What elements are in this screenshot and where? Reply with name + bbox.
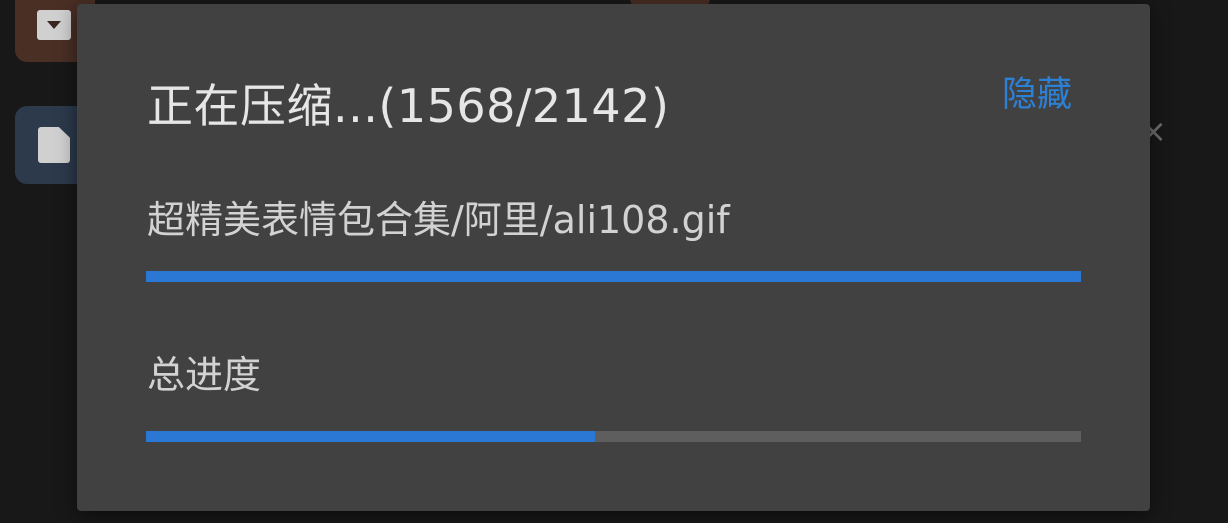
dialog-title: 正在压缩...(1568/2142) (147, 79, 670, 133)
overall-progress-label: 总进度 (147, 353, 262, 397)
hide-button[interactable]: 隐藏 (1002, 66, 1072, 117)
download-icon (37, 10, 71, 40)
overall-progress-fill (146, 431, 595, 442)
compress-progress-dialog: 正在压缩...(1568/2142) 隐藏 超精美表情包合集/阿里/ali108… (77, 4, 1150, 511)
file-progress-bar (146, 271, 1081, 282)
overall-progress-bar (146, 431, 1081, 442)
current-file-path: 超精美表情包合集/阿里/ali108.gif (147, 198, 730, 242)
file-progress-fill (146, 271, 1081, 282)
